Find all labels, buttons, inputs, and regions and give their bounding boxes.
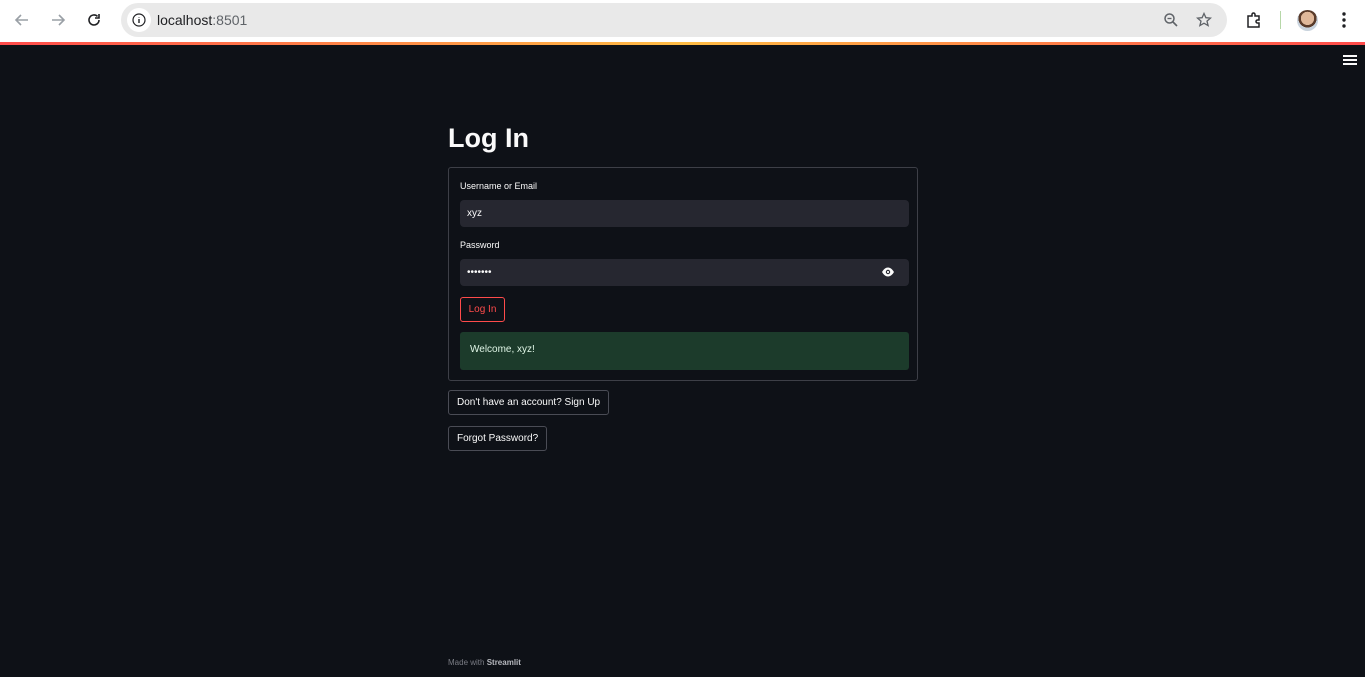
username-label: Username or Email — [460, 181, 538, 191]
login-submit-button[interactable]: Log In — [460, 297, 505, 322]
url-port: :8501 — [212, 12, 248, 28]
address-bar[interactable]: localhost:8501 — [121, 3, 1227, 37]
login-form: Username or Email xyz Password ••••••• L… — [448, 167, 918, 381]
url-text[interactable]: localhost:8501 — [157, 12, 247, 28]
password-label: Password — [460, 240, 500, 250]
extensions-puzzle-icon[interactable] — [1243, 9, 1265, 31]
footer-prefix: Made with — [448, 658, 487, 667]
browser-toolbar: localhost:8501 — [0, 0, 1365, 42]
profile-avatar[interactable] — [1297, 10, 1318, 31]
more-menu-icon[interactable] — [1333, 9, 1355, 31]
back-arrow-icon[interactable] — [10, 8, 34, 32]
forgot-password-button[interactable]: Forgot Password? — [448, 426, 548, 451]
username-input[interactable]: xyz — [460, 200, 909, 227]
show-password-eye-icon[interactable] — [881, 266, 895, 278]
forward-arrow-icon[interactable] — [46, 8, 70, 32]
toolbar-divider — [1280, 11, 1281, 29]
footer-streamlit-link[interactable]: Streamlit — [487, 658, 521, 667]
password-input[interactable]: ••••••• — [460, 259, 909, 286]
url-host: localhost — [157, 12, 213, 28]
password-value: ••••••• — [467, 267, 492, 278]
reload-icon[interactable] — [82, 8, 106, 32]
signup-button[interactable]: Don't have an account? Sign Up — [448, 390, 610, 415]
footer: Made with Streamlit — [448, 658, 521, 667]
bookmark-star-icon[interactable] — [1194, 10, 1214, 30]
streamlit-app: Log In Username or Email xyz Password ••… — [0, 45, 1365, 677]
site-info-icon[interactable] — [127, 8, 151, 32]
hamburger-menu-icon[interactable] — [1343, 55, 1357, 67]
success-alert: Welcome, xyz! — [460, 332, 909, 370]
page-title: Log In — [448, 123, 529, 153]
zoom-icon[interactable] — [1161, 10, 1181, 30]
